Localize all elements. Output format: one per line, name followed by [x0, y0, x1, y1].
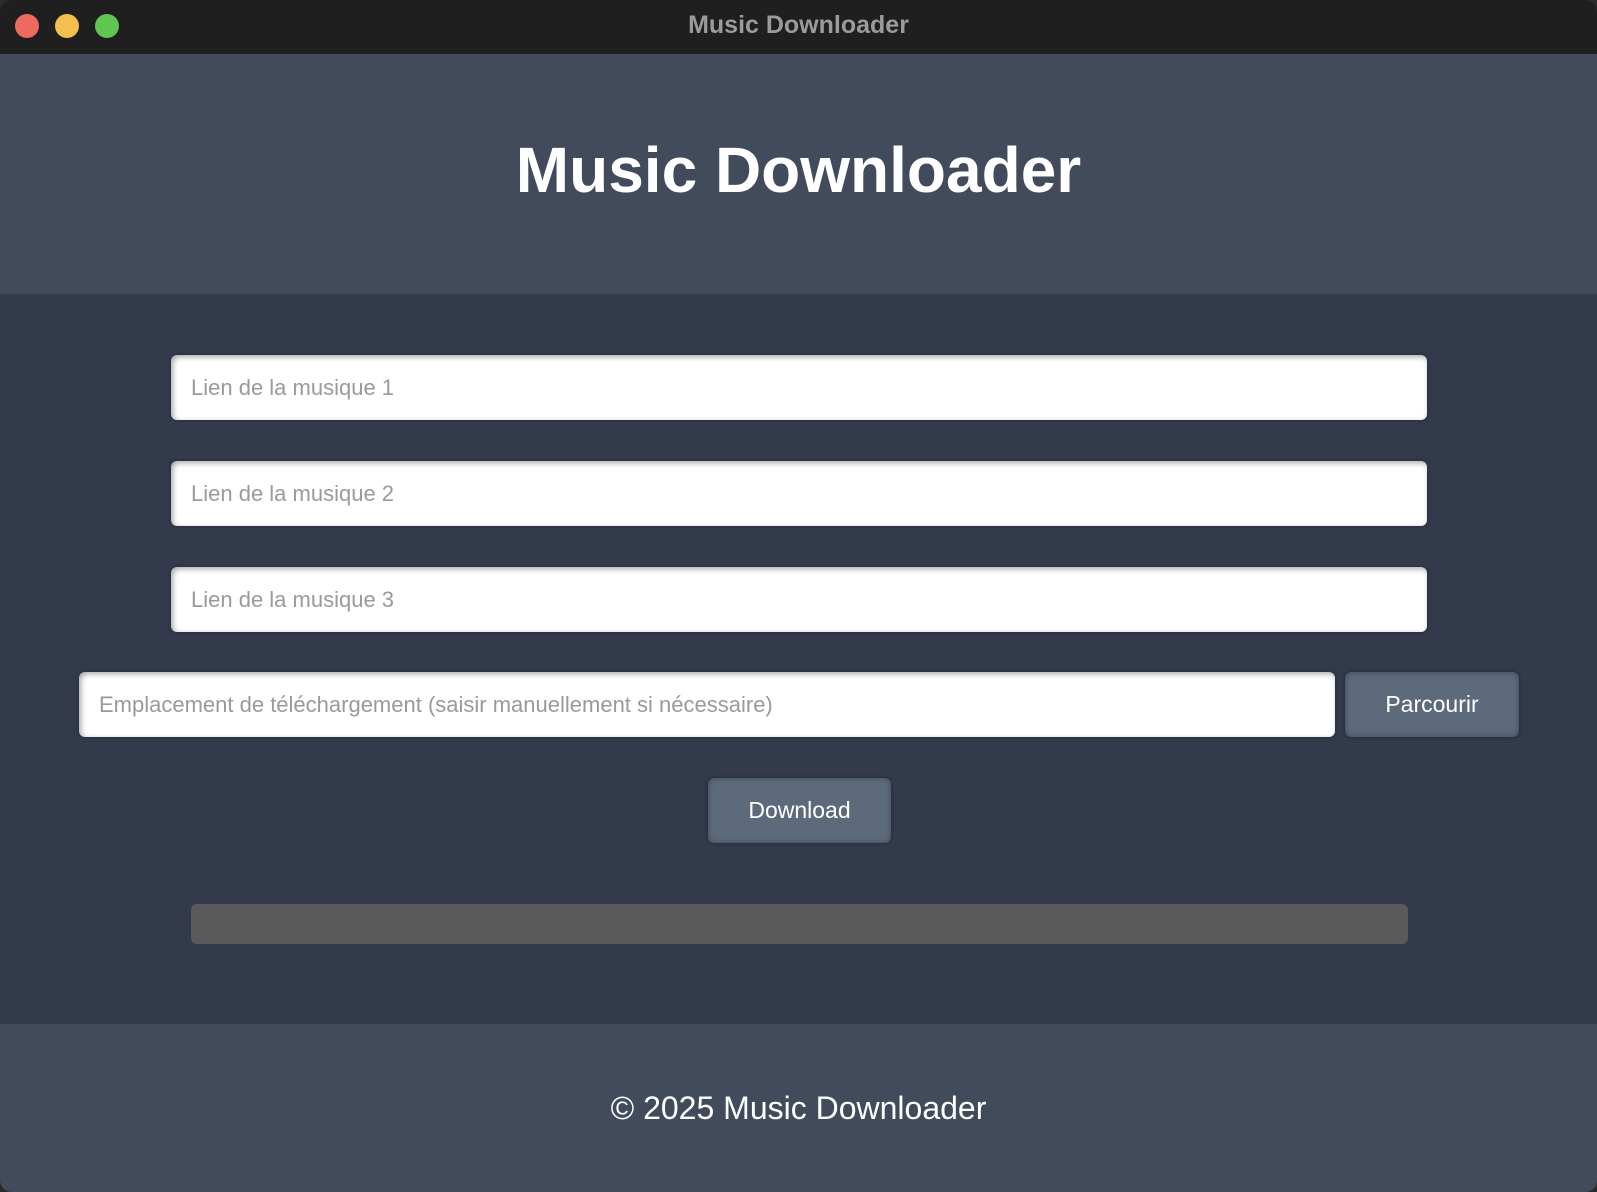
download-button[interactable]: Download [708, 778, 891, 843]
title-bar: Music Downloader [0, 0, 1597, 54]
window-title: Music Downloader [688, 11, 909, 39]
music-link-2-input[interactable] [171, 461, 1427, 526]
page-title: Music Downloader [515, 134, 1082, 206]
header: Music Downloader [0, 54, 1597, 294]
download-location-input[interactable] [79, 672, 1335, 737]
app-window: Music Downloader Music Downloader Parcou… [0, 0, 1597, 1192]
footer: © 2025 Music Downloader [0, 1024, 1597, 1192]
browse-button[interactable]: Parcourir [1345, 672, 1519, 737]
music-link-1-input[interactable] [171, 355, 1427, 420]
main-content: Parcourir Download [0, 294, 1597, 1024]
progress-bar [191, 904, 1408, 944]
music-link-3-input[interactable] [171, 567, 1427, 632]
footer-copyright: © 2025 Music Downloader [610, 1090, 987, 1126]
